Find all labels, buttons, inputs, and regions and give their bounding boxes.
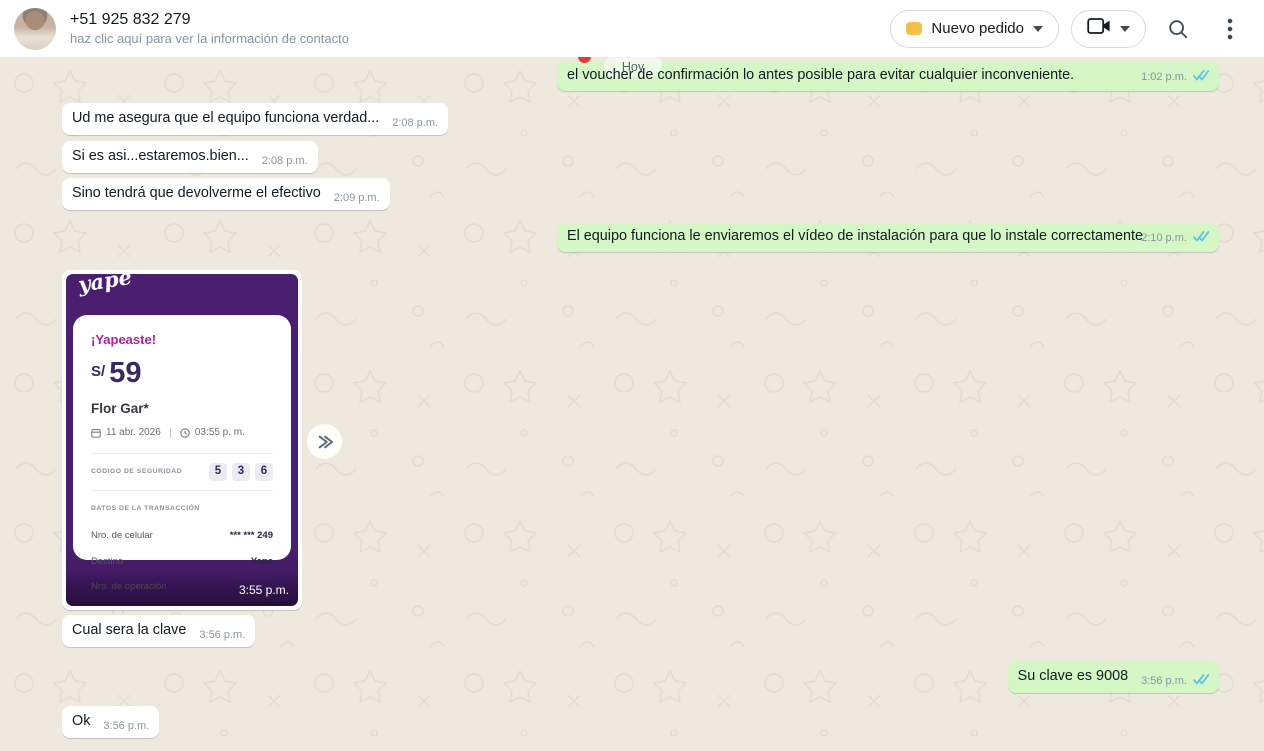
- read-receipt-icon: [1193, 674, 1209, 685]
- message-text: Si es asi...estaremos.bien...: [72, 148, 249, 164]
- payee-name: Flor Gar*: [91, 399, 273, 418]
- menu-button[interactable]: [1210, 9, 1250, 49]
- receipt-image-message[interactable]: yape ¡Yapeaste! S/ 59 Flor Gar* 11 abr. …: [62, 270, 302, 610]
- currency-symbol: S/: [91, 362, 105, 381]
- code-digit: 5: [209, 463, 227, 481]
- message-time: 3:56 p.m.: [199, 626, 245, 645]
- clock-icon: [180, 428, 190, 438]
- security-code-label: CÓDIGO DE SEGURIDAD: [91, 462, 182, 481]
- message-time: 2:09 p.m.: [334, 189, 380, 208]
- message-time: 2:08 p.m.: [262, 152, 308, 171]
- message-meta: 2:10 p.m.: [1141, 229, 1209, 248]
- message-time: 1:02 p.m.: [1141, 71, 1187, 83]
- message-text: Su clave es 9008: [1018, 668, 1128, 684]
- order-status-label: Nuevo pedido: [931, 20, 1024, 37]
- message-meta: 3:56 p.m.: [1141, 672, 1209, 691]
- message-bubble[interactable]: Sino tendrá que devolverme el efectivo 2…: [62, 178, 390, 210]
- yape-receipt: yape ¡Yapeaste! S/ 59 Flor Gar* 11 abr. …: [66, 274, 298, 606]
- message-text: Ok: [72, 713, 90, 729]
- code-digit: 6: [255, 463, 273, 481]
- contact-subtitle: haz clic aquí para ver la información de…: [70, 30, 349, 48]
- calendar-icon: [91, 428, 101, 438]
- message-meta: 1:02 p.m.: [1141, 68, 1209, 87]
- contact-info[interactable]: +51 925 832 279 haz clic aquí para ver l…: [70, 9, 349, 48]
- image-message-time: 3:55 p.m.: [239, 581, 289, 600]
- yape-receipt-card: ¡Yapeaste! S/ 59 Flor Gar* 11 abr. 2026 …: [73, 315, 291, 560]
- message-bubble[interactable]: El equipo funciona le enviaremos el víde…: [557, 223, 1219, 252]
- search-button[interactable]: [1158, 9, 1198, 49]
- video-camera-icon: [1087, 17, 1111, 40]
- message-bubble[interactable]: Si es asi...estaremos.bien... 2:08 p.m.: [62, 141, 318, 173]
- receipt-datetime: 11 abr. 2026 03:55 p. m.: [91, 423, 273, 442]
- chevron-down-icon: [1120, 26, 1130, 32]
- security-code-digits: 5 3 6: [209, 463, 273, 481]
- message-time: 3:56 p.m.: [103, 717, 149, 736]
- search-icon: [1167, 18, 1189, 40]
- contact-name: +51 925 832 279: [70, 9, 349, 30]
- divider: [91, 453, 273, 454]
- header-actions: Nuevo pedido: [890, 9, 1250, 49]
- forward-arrow-icon: [315, 434, 335, 450]
- message-time: 2:08 p.m.: [392, 114, 438, 133]
- forward-message-button[interactable]: [307, 424, 342, 459]
- chat-panel: el voucher de confirmación lo antes posi…: [0, 57, 1264, 751]
- order-status-button[interactable]: Nuevo pedido: [890, 10, 1059, 48]
- transaction-row: Destino Yape: [91, 552, 273, 571]
- message-bubble[interactable]: Ok 3:56 p.m.: [62, 706, 159, 738]
- message-text: Cual sera la clave: [72, 622, 186, 638]
- receipt-time: 03:55 p. m.: [195, 423, 245, 442]
- read-receipt-icon: [1193, 70, 1209, 81]
- yape-logo: yape: [77, 274, 133, 294]
- divider: [170, 428, 171, 438]
- message-text: Sino tendrá que devolverme el efectivo: [72, 185, 321, 201]
- transaction-section-label: DATOS DE LA TRANSACCIÓN: [91, 499, 273, 518]
- message-text: el voucher de confirmación lo antes posi…: [567, 67, 1074, 83]
- video-call-button[interactable]: [1071, 10, 1146, 48]
- contact-avatar[interactable]: [14, 8, 56, 50]
- receipt-amount: S/ 59: [91, 358, 273, 388]
- message-bubble[interactable]: Ud me asegura que el equipo funciona ver…: [62, 103, 448, 135]
- receipt-date: 11 abr. 2026: [106, 423, 161, 442]
- message-bubble[interactable]: Cual sera la clave 3:56 p.m.: [62, 615, 255, 647]
- message-time: 3:56 p.m.: [1141, 675, 1187, 687]
- message-text: El equipo funciona le enviaremos el víde…: [567, 228, 1143, 244]
- divider: [91, 490, 273, 491]
- amount-value: 59: [109, 358, 141, 388]
- receipt-title: ¡Yapeaste!: [91, 330, 273, 349]
- message-bubble[interactable]: Su clave es 9008 3:56 p.m.: [1008, 661, 1219, 693]
- read-receipt-icon: [1193, 231, 1209, 242]
- code-digit: 3: [232, 463, 250, 481]
- label-icon: [906, 22, 922, 35]
- kebab-menu-icon: [1227, 18, 1233, 40]
- chevron-down-icon: [1033, 26, 1043, 32]
- security-code-row: CÓDIGO DE SEGURIDAD 5 3 6: [91, 462, 273, 481]
- message-text: Ud me asegura que el equipo funciona ver…: [72, 110, 379, 126]
- chat-header: +51 925 832 279 haz clic aquí para ver l…: [0, 0, 1264, 57]
- message-time: 2:10 p.m.: [1141, 232, 1187, 244]
- message-bubble[interactable]: el voucher de confirmación lo antes posi…: [557, 62, 1219, 91]
- transaction-row: Nro. de celular *** *** 249: [91, 526, 273, 545]
